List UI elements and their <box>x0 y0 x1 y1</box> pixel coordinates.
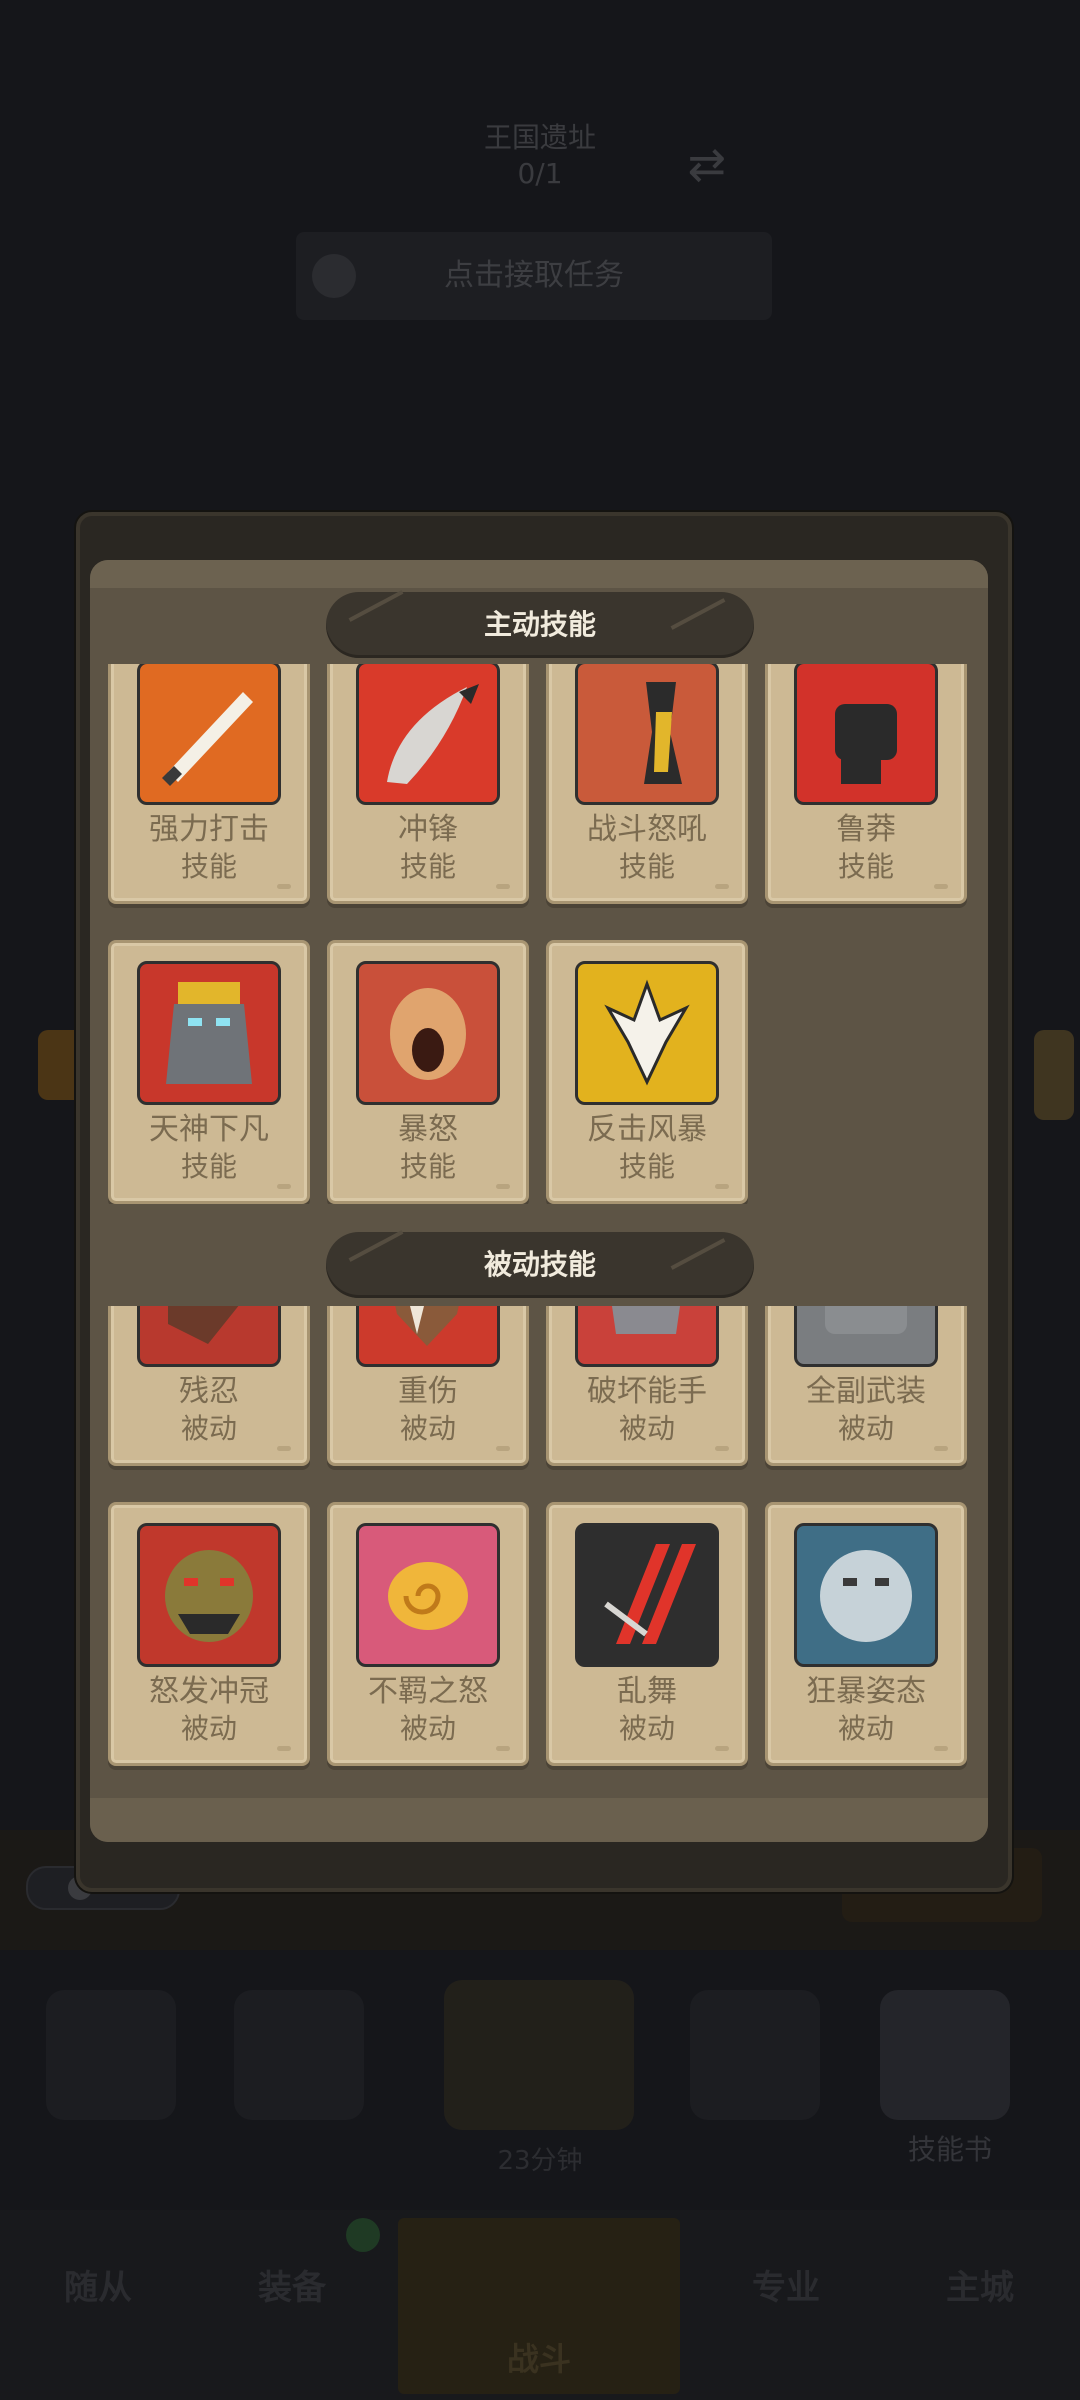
skill-type: 技能 <box>837 850 894 883</box>
skill-name: 战斗怒吼 <box>587 812 707 847</box>
background-shortcut-row: 23分钟 技能书 <box>0 1980 1080 2190</box>
skill-card[interactable]: 鲁莽 技能 <box>765 664 967 904</box>
skill-type: 被动 <box>180 1712 237 1745</box>
nav-tab-battle: 战斗 <box>398 2218 680 2394</box>
timer-text: 23分钟 <box>497 2146 583 2176</box>
charge-blade-icon <box>356 664 500 805</box>
destroyer-icon <box>575 1306 719 1367</box>
skill-card[interactable]: 狂暴姿态 被动 <box>765 1502 967 1766</box>
skill-card[interactable]: 重伤 被动 <box>327 1306 529 1466</box>
skill-name: 全副武装 <box>806 1374 926 1409</box>
quest-button-icon <box>312 254 356 298</box>
skill-card[interactable]: 冲锋 技能 <box>327 664 529 904</box>
skill-type: 技能 <box>618 1150 675 1183</box>
skill-name: 鲁莽 <box>836 812 896 847</box>
skill-type: 被动 <box>837 1712 894 1745</box>
skill-type: 技能 <box>399 850 456 883</box>
skill-name: 暴怒 <box>398 1112 458 1147</box>
bottom-nav: 随从 装备 战斗 专业 主城 <box>0 2210 1080 2400</box>
skill-type: 被动 <box>399 1412 456 1445</box>
skill-card[interactable]: 反击风暴 技能 <box>546 940 748 1204</box>
avatar-king-icon <box>137 961 281 1105</box>
modal-bottom-rim <box>90 1798 988 1842</box>
sword-strike-icon <box>137 664 281 805</box>
swap-arrows-icon: ⇄ <box>687 137 726 191</box>
enrage-face-icon <box>356 961 500 1105</box>
skill-type: 被动 <box>180 1412 237 1445</box>
skill-name: 残忍 <box>179 1374 239 1409</box>
notification-badge <box>346 2218 380 2252</box>
active-skills-header: 主动技能 <box>326 592 754 658</box>
passive-skills-header: 被动技能 <box>326 1232 754 1298</box>
accept-quest-button: 点击接取任务 <box>296 232 772 320</box>
skill-type: 被动 <box>399 1712 456 1745</box>
skill-type: 被动 <box>837 1412 894 1445</box>
side-tab-right <box>1034 1030 1074 1120</box>
skill-name: 天神下凡 <box>149 1112 269 1147</box>
retaliation-icon <box>575 961 719 1105</box>
skill-name: 不羁之怒 <box>368 1674 488 1709</box>
lock-icon <box>690 1990 820 2120</box>
skill-card[interactable]: 破坏能手 被动 <box>546 1306 748 1466</box>
skill-card[interactable]: 战斗怒吼 技能 <box>546 664 748 904</box>
skill-card[interactable]: 不羁之怒 被动 <box>327 1502 529 1766</box>
skill-name: 反击风暴 <box>587 1112 707 1147</box>
nav-tab-equipment: 装备 <box>258 2268 326 2308</box>
orc-face-icon <box>137 1523 281 1667</box>
fist-icon <box>794 664 938 805</box>
shortcut-icon <box>234 1990 364 2120</box>
skill-type: 技能 <box>618 850 675 883</box>
active-skills-grid[interactable]: 强力打击 技能 冲锋 技能 战斗怒吼 技能 鲁莽 技能 天神下凡 技能 暴怒 技能 反击风暴 技能 <box>108 664 972 1204</box>
spiral-rage-icon <box>356 1523 500 1667</box>
nav-tab-followers: 随从 <box>64 2268 132 2308</box>
skill-name: 重伤 <box>398 1374 458 1409</box>
skill-card[interactable]: 暴怒 技能 <box>327 940 529 1204</box>
skill-type: 被动 <box>618 1412 675 1445</box>
berserker-beast-icon <box>794 1523 938 1667</box>
quest-title: 王国遗址 <box>483 121 596 154</box>
skill-card[interactable]: 全副武装 被动 <box>765 1306 967 1466</box>
skill-name: 冲锋 <box>398 812 458 847</box>
skill-name: 乱舞 <box>617 1674 677 1709</box>
nav-tab-profession: 专业 <box>752 2268 820 2308</box>
skill-type: 被动 <box>618 1712 675 1745</box>
cruelty-icon <box>137 1306 281 1367</box>
shortcut-icon <box>46 1990 176 2120</box>
skill-book-icon <box>880 1990 1010 2120</box>
claw-slash-icon <box>575 1523 719 1667</box>
skill-card[interactable]: 天神下凡 技能 <box>108 940 310 1204</box>
quest-panel: 王国遗址 0/1 ⇄ <box>330 120 750 230</box>
skill-name: 狂暴姿态 <box>806 1674 926 1709</box>
skill-type: 技能 <box>180 850 237 883</box>
skill-name: 破坏能手 <box>587 1374 707 1409</box>
deep-wound-icon <box>356 1306 500 1367</box>
skill-book-label: 技能书 <box>907 2133 992 2166</box>
skill-card[interactable]: 强力打击 技能 <box>108 664 310 904</box>
skill-card[interactable]: 残忍 被动 <box>108 1306 310 1466</box>
skill-type: 技能 <box>399 1150 456 1183</box>
skill-card[interactable]: 乱舞 被动 <box>546 1502 748 1766</box>
skill-name: 怒发冲冠 <box>149 1674 269 1709</box>
passive-skills-grid[interactable]: 残忍 被动 重伤 被动 破坏能手 被动 全副武装 被动 怒发冲冠 被动 不羁之怒 被动 乱舞 被动 狂暴姿态… <box>108 1306 972 1784</box>
nav-tab-main-city: 主城 <box>946 2268 1014 2308</box>
treasure-chest-icon <box>444 1980 634 2130</box>
skill-type: 技能 <box>180 1150 237 1183</box>
battle-shout-icon <box>575 664 719 805</box>
armor-helmet-icon <box>794 1306 938 1367</box>
skill-card[interactable]: 怒发冲冠 被动 <box>108 1502 310 1766</box>
skill-name: 强力打击 <box>149 812 269 847</box>
